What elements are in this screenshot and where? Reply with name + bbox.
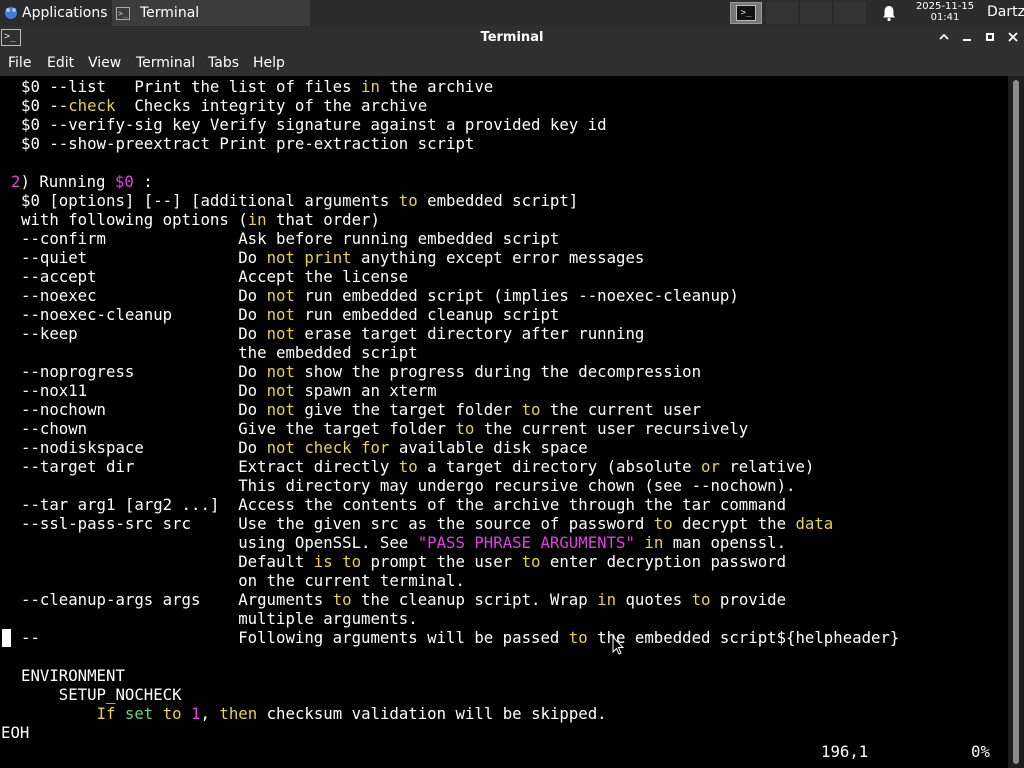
- scrollbar-thumb[interactable]: [1013, 80, 1019, 764]
- terminal-line: Default is to prompt the user to enter d…: [21, 552, 787, 571]
- menu-help[interactable]: Help: [253, 55, 285, 71]
- terminal-icon: >_: [736, 5, 756, 21]
- terminal-line: --accept Accept the license: [21, 267, 409, 286]
- terminal-line: --noprogress Do not show the progress du…: [21, 362, 702, 381]
- menubar: File Edit View Terminal Tabs Help: [0, 50, 1024, 76]
- window-title: Terminal: [480, 30, 544, 45]
- close-icon[interactable]: [1005, 29, 1021, 45]
- status-percent: 0%: [971, 742, 990, 761]
- clock[interactable]: 2025-11-15 01:41: [908, 1, 982, 23]
- menu-file[interactable]: File: [8, 55, 31, 71]
- applications-menu-button[interactable]: Applications: [0, 0, 112, 26]
- terminal-line: using OpenSSL. See "PASS PHRASE ARGUMENT…: [21, 533, 787, 552]
- text-cursor: [2, 629, 11, 647]
- menu-tabs[interactable]: Tabs: [208, 55, 239, 71]
- taskbar-terminal-button[interactable]: >_ Terminal: [112, 0, 310, 26]
- terminal-line: EOH: [1, 723, 30, 742]
- terminal-line: --keep Do not erase target directory aft…: [21, 324, 645, 343]
- terminal-line: with following options (in that order): [21, 210, 380, 229]
- clock-date: 2025-11-15: [915, 1, 975, 12]
- taskbar-terminal-label: Terminal: [140, 5, 200, 21]
- terminal-line: --cleanup-args args Arguments to the cle…: [21, 590, 787, 609]
- workspace-2-button[interactable]: [766, 2, 798, 24]
- menu-edit[interactable]: Edit: [47, 55, 74, 71]
- terminal-line: --noexec-cleanup Do not run embedded cle…: [21, 305, 560, 324]
- terminal-line: --nochown Do not give the target folder …: [21, 400, 702, 419]
- user-menu[interactable]: Dartz: [987, 4, 1024, 20]
- terminal-line: --target dir Extract directly to a targe…: [21, 457, 815, 476]
- terminal-line: ENVIRONMENT: [21, 666, 125, 685]
- terminal-line: on the current terminal.: [21, 571, 465, 590]
- clock-time: 01:41: [930, 12, 960, 23]
- terminal-line: -- Following arguments will be passed to…: [21, 628, 900, 647]
- terminal-line: --ssl-pass-src src Use the given src as …: [21, 514, 834, 533]
- terminal-line: --nox11 Do not spawn an xterm: [21, 381, 437, 400]
- terminal-line: If set to 1, then checksum validation wi…: [96, 704, 607, 723]
- terminal-line: 2) Running $0 :: [11, 172, 153, 191]
- terminal-line: the embedded script: [21, 343, 418, 362]
- terminal-line: $0 [options] [--] [additional arguments …: [21, 191, 579, 210]
- status-position: 196,1: [821, 742, 869, 761]
- minimize-icon[interactable]: [959, 29, 975, 45]
- terminal-line: --confirm Ask before running embedded sc…: [21, 229, 560, 248]
- terminal-line: --tar arg1 [arg2 ...] Access the content…: [21, 495, 787, 514]
- shade-icon[interactable]: [936, 29, 952, 45]
- workspace-4-button[interactable]: [834, 2, 866, 24]
- terminal-line: This directory may undergo recursive cho…: [21, 476, 796, 495]
- terminal-line: --chown Give the target folder to the cu…: [21, 419, 749, 438]
- maximize-icon[interactable]: [982, 29, 998, 45]
- terminal-icon: >_: [116, 6, 130, 20]
- terminal-line: $0 --verify-sig key Verify signature aga…: [21, 115, 607, 134]
- terminal-line: $0 --show-preextract Print pre-extractio…: [21, 134, 475, 153]
- terminal-line: $0 --list Print the list of files in the…: [21, 77, 494, 96]
- terminal-line: $0 --check Checks integrity of the archi…: [21, 96, 428, 115]
- menu-terminal[interactable]: Terminal: [136, 55, 195, 71]
- applications-label: Applications: [22, 5, 108, 21]
- terminal-output[interactable]: $0 --list Print the list of files in the…: [0, 76, 1008, 768]
- window-titlebar[interactable]: >_ Terminal: [0, 26, 1024, 50]
- notification-bell-icon[interactable]: [880, 4, 898, 22]
- terminal-line: multiple arguments.: [21, 609, 418, 628]
- terminal-scrollbar[interactable]: [1008, 76, 1024, 768]
- terminal-line: --quiet Do not print anything except err…: [21, 248, 645, 267]
- top-panel: Applications >_ Terminal >_ 2025-11-15 0…: [0, 0, 1024, 26]
- workspace-3-button[interactable]: [800, 2, 832, 24]
- menu-view[interactable]: View: [88, 55, 121, 71]
- terminal-line: --nodiskspace Do not check for available…: [21, 438, 588, 457]
- mouse-pointer-icon: [612, 636, 624, 655]
- terminal-line: --noexec Do not run embedded script (imp…: [21, 286, 739, 305]
- workspace-1-button[interactable]: >_: [730, 2, 762, 24]
- terminal-line: SETUP_NOCHECK: [21, 685, 182, 704]
- xfce-mouse-icon: [5, 7, 17, 19]
